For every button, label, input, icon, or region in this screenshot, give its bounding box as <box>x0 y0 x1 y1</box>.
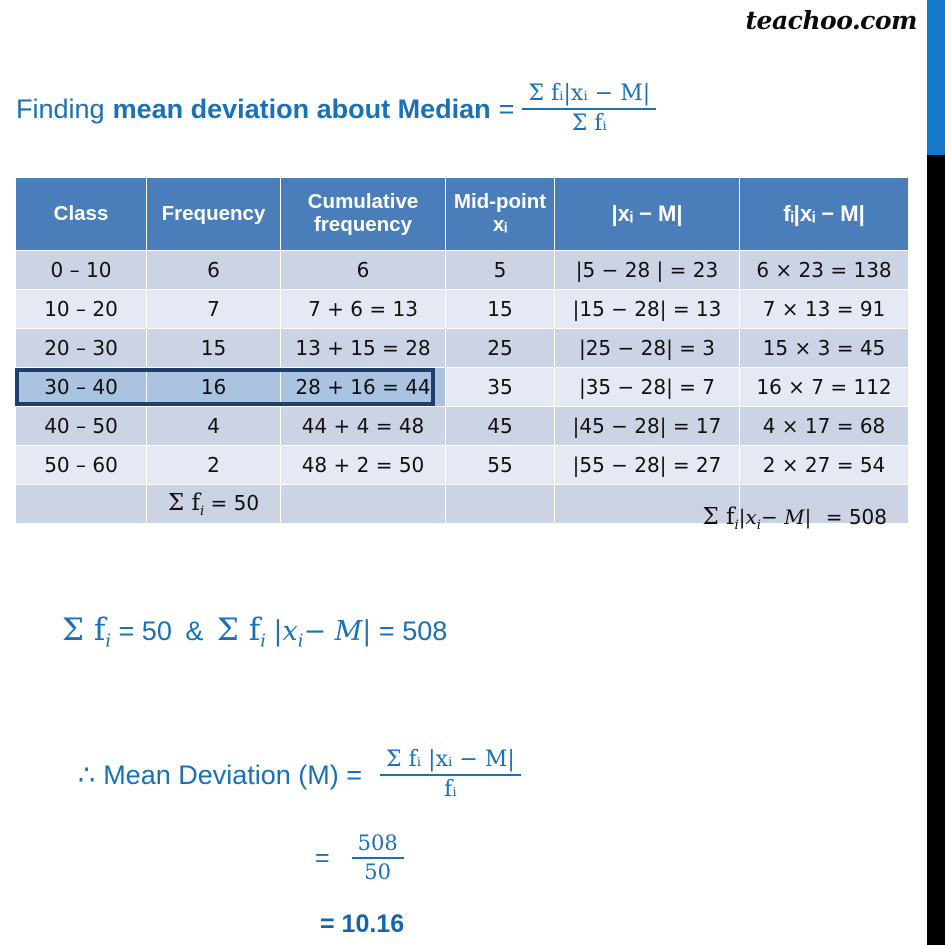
sum-frequency-value: = 50 <box>118 616 172 646</box>
mean-deviation-numerator: Σ fᵢ |xᵢ − M| <box>380 747 521 776</box>
title-formula-fraction: Σ fᵢ|xᵢ − M| Σ fᵢ <box>522 81 657 136</box>
sum-symbol-icon: Σ f <box>216 612 261 648</box>
cell-total-cumulative-empty <box>281 485 445 523</box>
cell-class: 50 – 60 <box>16 446 146 484</box>
cell-total-frequency: Σ fi = 50 <box>147 485 280 523</box>
abs-rest: − M| <box>761 505 812 529</box>
page-title-prefix: Finding <box>16 93 105 124</box>
mean-deviation-denominator: fᵢ <box>444 776 457 802</box>
result-numerator: 508 <box>351 831 404 859</box>
cell-class: 30 – 40 <box>16 368 146 406</box>
cell-cumulative: 48 + 2 = 50 <box>281 446 445 484</box>
cell-midpoint: 55 <box>446 446 554 484</box>
cell-total-product: Σ fi|xi− M| = 508 <box>702 485 908 533</box>
right-edge-black-bar <box>927 155 945 945</box>
title-formula-numerator: Σ fᵢ|xᵢ − M| <box>522 81 657 110</box>
table-row: 50 – 60 2 48 + 2 = 50 55 |55 − 28| = 27 … <box>16 446 908 484</box>
total-product-value: = 508 <box>825 505 887 529</box>
sum-product-value: = 508 <box>378 616 448 646</box>
result-denominator: 50 <box>364 859 392 884</box>
table-row: 20 – 30 15 13 + 15 = 28 25 |25 − 28| = 3… <box>16 329 908 367</box>
table-row: 10 – 20 7 7 + 6 = 13 15 |15 − 28| = 13 7… <box>16 290 908 328</box>
cell-midpoint: 15 <box>446 290 554 328</box>
sum-symbol-icon: Σ f <box>702 504 735 530</box>
column-header-deviation: |xᵢ − M| <box>555 178 739 250</box>
cell-class: 20 – 30 <box>16 329 146 367</box>
total-product-expression: Σ fi|xi− M| = 508 <box>702 504 887 533</box>
equals-sign: = <box>315 843 330 872</box>
mean-deviation-formula-line: ∴ Mean Deviation (M) = Σ fᵢ |xᵢ − M| fᵢ <box>78 747 521 802</box>
cell-frequency: 16 <box>147 368 280 406</box>
abs-rest: − M| <box>303 616 372 647</box>
result-fraction: 508 50 <box>351 831 404 884</box>
cell-product: 15 × 3 = 45 <box>740 329 908 367</box>
cell-deviation: |15 − 28| = 13 <box>555 290 739 328</box>
mean-deviation-table: Class Frequency Cumulative frequency Mid… <box>15 177 909 533</box>
summary-values-line: Σ fi = 50 & Σ fi |xi− M| = 508 <box>62 612 447 651</box>
column-header-midpoint: Mid-point xᵢ <box>446 178 554 250</box>
sum-symbol-icon: Σ f <box>167 489 200 516</box>
table-row: 40 – 50 4 44 + 4 = 48 45 |45 − 28| = 17 … <box>16 407 908 445</box>
column-header-class: Class <box>16 178 146 250</box>
right-edge-blue-bar <box>927 0 945 155</box>
abs-open: |x <box>738 505 757 529</box>
cell-cumulative: 44 + 4 = 48 <box>281 407 445 445</box>
cell-deviation: |35 − 28| = 7 <box>555 368 739 406</box>
cell-cumulative: 7 + 6 = 13 <box>281 290 445 328</box>
abs-open: |x <box>273 616 298 647</box>
cell-midpoint: 45 <box>446 407 554 445</box>
cell-deviation: |55 − 28| = 27 <box>555 446 739 484</box>
cell-product: 2 × 27 = 54 <box>740 446 908 484</box>
mean-deviation-label: Mean Deviation (M) = <box>103 759 363 790</box>
cell-frequency: 15 <box>147 329 280 367</box>
page-title-emphasis: mean deviation about Median <box>112 93 491 124</box>
cell-class: 10 – 20 <box>16 290 146 328</box>
column-header-frequency: Frequency <box>147 178 280 250</box>
page-title: Finding mean deviation about Median = Σ … <box>16 81 657 136</box>
mean-deviation-fraction: Σ fᵢ |xᵢ − M| fᵢ <box>380 747 521 802</box>
cell-deviation: |5 − 28 | = 23 <box>555 251 739 289</box>
title-formula-denominator: Σ fᵢ <box>571 110 607 136</box>
cell-cumulative: 13 + 15 = 28 <box>281 329 445 367</box>
table-row: 0 – 10 6 6 5 |5 − 28 | = 23 6 × 23 = 138 <box>16 251 908 289</box>
cell-cumulative: 28 + 16 = 44 <box>281 368 445 406</box>
table-row-highlighted: 30 – 40 16 28 + 16 = 44 35 |35 − 28| = 7… <box>16 368 908 406</box>
numeric-fraction-line: = 508 50 <box>315 831 404 884</box>
final-answer: = 10.16 <box>320 910 405 938</box>
cell-class: 0 – 10 <box>16 251 146 289</box>
page-title-equals: = <box>498 93 515 124</box>
cell-product: 4 × 17 = 68 <box>740 407 908 445</box>
column-header-weighted-deviation: fᵢ|xᵢ − M| <box>740 178 908 250</box>
ampersand: & <box>185 616 204 646</box>
column-header-cumulative-frequency: Cumulative frequency <box>281 178 445 250</box>
cell-cumulative: 6 <box>281 251 445 289</box>
subscript-i: i <box>105 630 112 652</box>
table-body: 0 – 10 6 6 5 |5 − 28 | = 23 6 × 23 = 138… <box>16 251 908 533</box>
cell-midpoint: 35 <box>446 368 554 406</box>
cell-frequency: 2 <box>147 446 280 484</box>
cell-frequency: 4 <box>147 407 280 445</box>
sum-symbol-icon: Σ f <box>62 612 106 648</box>
cell-class: 40 – 50 <box>16 407 146 445</box>
cell-midpoint: 25 <box>446 329 554 367</box>
cell-midpoint: 5 <box>446 251 554 289</box>
table-totals-row: Σ fi = 50 Σ fi|xi− M| = 508 <box>16 485 908 533</box>
cell-total-class-empty <box>16 485 146 523</box>
cell-frequency: 6 <box>147 251 280 289</box>
cell-product: 16 × 7 = 112 <box>740 368 908 406</box>
table-header: Class Frequency Cumulative frequency Mid… <box>16 178 908 250</box>
table-header-row: Class Frequency Cumulative frequency Mid… <box>16 178 908 250</box>
cell-deviation: |45 − 28| = 17 <box>555 407 739 445</box>
cell-total-midpoint-empty <box>446 485 554 523</box>
cell-product: 6 × 23 = 138 <box>740 251 908 289</box>
therefore-symbol-icon: ∴ <box>78 759 96 790</box>
cell-frequency: 7 <box>147 290 280 328</box>
subscript-i: i <box>260 630 266 652</box>
total-frequency-value: = 50 <box>210 490 260 515</box>
cell-product: 7 × 13 = 91 <box>740 290 908 328</box>
brand-logo: teachoo.com <box>745 6 917 35</box>
subscript-i: i <box>199 503 205 519</box>
cell-deviation: |25 − 28| = 3 <box>555 329 739 367</box>
